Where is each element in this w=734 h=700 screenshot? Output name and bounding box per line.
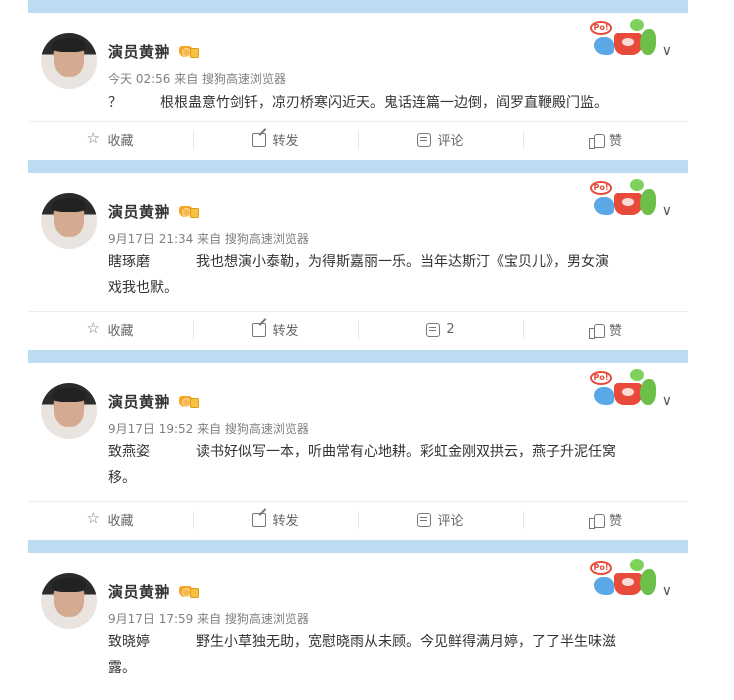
post-meta: 今天 02:56 来自 搜狗高速浏览器	[108, 72, 287, 86]
card-separator	[28, 350, 688, 363]
vip-badge-icon	[179, 43, 199, 60]
post-body-continued: 戏我也默。	[108, 280, 178, 296]
post-body-continued: 移。	[108, 470, 136, 486]
thumbs-up-icon	[588, 323, 605, 339]
vip-badge-icon	[179, 203, 199, 220]
thumbs-up-icon	[588, 513, 605, 529]
favorite-button[interactable]: 收藏	[28, 502, 193, 537]
card-separator	[28, 0, 688, 13]
post-meta: 9月17日 19:52 来自 搜狗高速浏览器	[108, 422, 309, 436]
author-name[interactable]: 演员黄翀	[108, 41, 170, 62]
post-text: 瞎琢磨 我也想演小泰勒，为得斯嘉丽一乐。当年达斯汀《宝贝儿》，男女演 戏我也默。	[108, 249, 678, 301]
share-icon	[252, 322, 267, 337]
share-icon	[252, 512, 267, 527]
post-prefix: 致燕姿	[108, 444, 150, 460]
post-prefix: ？	[108, 95, 122, 111]
post-body-continued: 露。	[108, 660, 136, 676]
author-name[interactable]: 演员黄翀	[108, 391, 170, 412]
star-icon	[86, 509, 101, 527]
favorite-label: 收藏	[107, 134, 134, 149]
weibo-feed: 演员黄翀 今天 02:56 来自 搜狗高速浏览器 Po! ∨ ？ 根根蛊意竹剑钎，…	[28, 0, 688, 700]
repost-label: 转发	[272, 324, 299, 339]
post-text: ？ 根根蛊意竹剑钎，凉刃桥寒闪近天。鬼话连篇一边倒，阎罗直鞭殿门监。	[108, 90, 678, 116]
avatar[interactable]	[41, 383, 97, 439]
avatar[interactable]	[41, 573, 97, 629]
comment-icon	[417, 132, 432, 147]
like-label: 赞	[608, 514, 622, 529]
card-separator	[28, 540, 688, 553]
post-prefix: 致晓婷	[108, 634, 150, 650]
vip-badge-icon	[179, 583, 199, 600]
card-separator	[28, 160, 688, 173]
card-decoration-icon: Po!	[590, 555, 658, 597]
post-text: 致晓婷 野生小草独无助，宽慰晓雨从未顾。今见鲜得满月婷，了了半生味滋 露。	[108, 629, 678, 681]
card-decoration-icon: Po!	[590, 175, 658, 217]
post-meta: 9月17日 17:59 来自 搜狗高速浏览器	[108, 612, 309, 626]
thumbs-up-icon	[588, 133, 605, 149]
avatar[interactable]	[41, 33, 97, 89]
post-body: 读书好似写一本，听曲常有心地耕。彩虹金刚双拱云，燕子升泥任窝	[196, 444, 616, 460]
chevron-down-icon[interactable]: ∨	[662, 203, 672, 219]
post-card: 演员黄翀 9月17日 17:59 来自 搜狗高速浏览器 Po! ∨ 致晓婷 野生小…	[28, 553, 688, 700]
action-bar: 收藏 转发 评论 赞	[28, 501, 688, 537]
favorite-label: 收藏	[107, 324, 134, 339]
favorite-label: 收藏	[107, 514, 134, 529]
chevron-down-icon[interactable]: ∨	[662, 393, 672, 409]
post-body: 野生小草独无助，宽慰晓雨从未顾。今见鲜得满月婷，了了半生味滋	[196, 634, 616, 650]
like-button[interactable]: 赞	[523, 502, 688, 537]
like-label: 赞	[608, 324, 622, 339]
card-decoration-icon: Po!	[590, 365, 658, 407]
comment-label: 评论	[437, 514, 464, 529]
repost-button[interactable]: 转发	[193, 312, 358, 347]
author-name[interactable]: 演员黄翀	[108, 581, 170, 602]
comment-icon	[426, 322, 441, 337]
star-icon	[86, 129, 101, 147]
card-decoration-icon: Po!	[590, 15, 658, 57]
comment-icon	[417, 512, 432, 527]
repost-label: 转发	[272, 134, 299, 149]
like-button[interactable]: 赞	[523, 312, 688, 347]
action-bar: 收藏 转发 2 赞	[28, 311, 688, 347]
repost-label: 转发	[272, 514, 299, 529]
comment-button[interactable]: 评论	[358, 122, 523, 157]
comment-button[interactable]: 2	[358, 312, 523, 347]
post-body: 我也想演小泰勒，为得斯嘉丽一乐。当年达斯汀《宝贝儿》，男女演	[196, 254, 609, 270]
action-bar: 收藏 转发 评论 赞	[28, 121, 688, 157]
comment-button[interactable]: 评论	[358, 502, 523, 537]
favorite-button[interactable]: 收藏	[28, 122, 193, 157]
post-card: 演员黄翀 9月17日 21:34 来自 搜狗高速浏览器 Po! ∨ 瞎琢磨 我也想…	[28, 173, 688, 347]
post-meta: 9月17日 21:34 来自 搜狗高速浏览器	[108, 232, 309, 246]
post-card: 演员黄翀 9月17日 19:52 来自 搜狗高速浏览器 Po! ∨ 致燕姿 读书好…	[28, 363, 688, 537]
like-button[interactable]: 赞	[523, 122, 688, 157]
repost-button[interactable]: 转发	[193, 502, 358, 537]
post-body: 根根蛊意竹剑钎，凉刃桥寒闪近天。鬼话连篇一边倒，阎罗直鞭殿门监。	[160, 95, 608, 111]
repost-button[interactable]: 转发	[193, 122, 358, 157]
share-icon	[252, 132, 267, 147]
chevron-down-icon[interactable]: ∨	[662, 583, 672, 599]
comment-label: 评论	[437, 134, 464, 149]
like-label: 赞	[608, 134, 622, 149]
post-text: 致燕姿 读书好似写一本，听曲常有心地耕。彩虹金刚双拱云，燕子升泥任窝 移。	[108, 439, 678, 491]
post-prefix: 瞎琢磨	[108, 254, 150, 270]
comment-count: 2	[446, 322, 455, 337]
favorite-button[interactable]: 收藏	[28, 312, 193, 347]
vip-badge-icon	[179, 393, 199, 410]
star-icon	[86, 319, 101, 337]
chevron-down-icon[interactable]: ∨	[662, 43, 672, 59]
avatar[interactable]	[41, 193, 97, 249]
post-card: 演员黄翀 今天 02:56 来自 搜狗高速浏览器 Po! ∨ ？ 根根蛊意竹剑钎，…	[28, 13, 688, 157]
author-name[interactable]: 演员黄翀	[108, 201, 170, 222]
